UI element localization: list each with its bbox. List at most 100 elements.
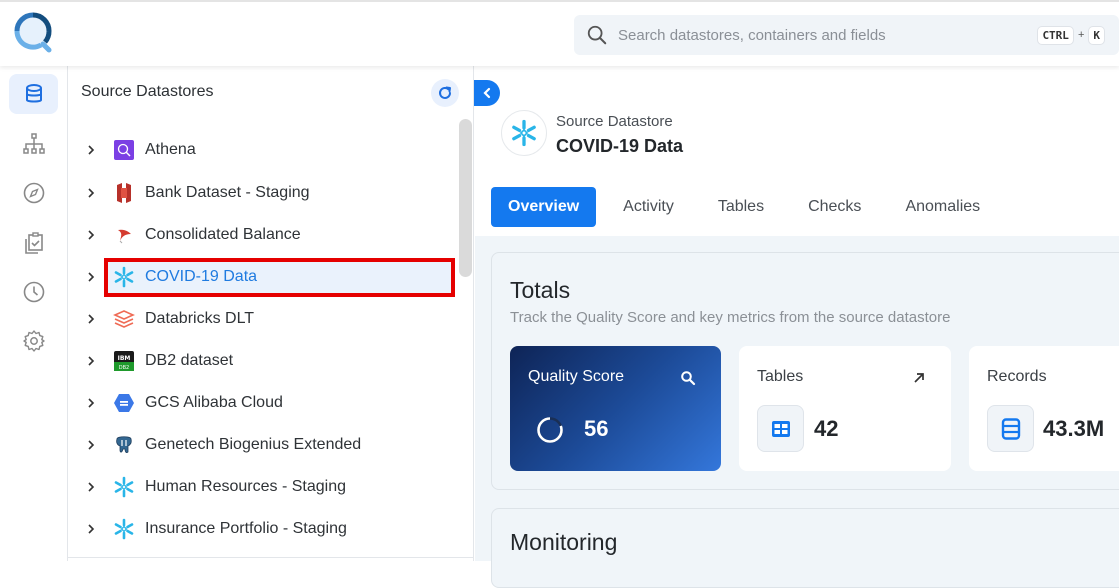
svg-text:DB2: DB2 bbox=[119, 365, 129, 371]
tree-item-databricks-dlt[interactable]: Databricks DLT bbox=[68, 303, 458, 335]
tree-item-genetech-biogenius[interactable]: Genetech Biogenius Extended bbox=[68, 429, 458, 461]
rail-item-discover[interactable] bbox=[9, 173, 58, 213]
tree-item-label: Consolidated Balance bbox=[145, 226, 301, 243]
snowflake-icon bbox=[113, 518, 135, 540]
tables-card[interactable]: Tables 42 bbox=[739, 346, 951, 471]
snowflake-icon bbox=[113, 266, 135, 288]
records-list-icon bbox=[1001, 417, 1020, 440]
s3-icon bbox=[113, 182, 135, 204]
tree-item-bank-dataset[interactable]: Bank Dataset - Staging bbox=[68, 177, 458, 209]
tree-item-label: COVID-19 Data bbox=[145, 268, 258, 285]
chevron-right-icon[interactable] bbox=[86, 144, 96, 156]
tab-anomalies[interactable]: Anomalies bbox=[888, 187, 997, 227]
nav-rail bbox=[0, 66, 68, 561]
arrow-up-right-icon[interactable] bbox=[911, 370, 927, 386]
datastore-avatar bbox=[501, 110, 547, 156]
datastores-panel: Source Datastores Athena Bank Dataset - … bbox=[68, 66, 474, 561]
gear-icon bbox=[22, 330, 45, 352]
chevron-right-icon[interactable] bbox=[86, 271, 96, 283]
chevron-right-icon[interactable] bbox=[86, 187, 96, 199]
rail-item-datastores[interactable] bbox=[9, 74, 58, 114]
svg-text:IBM: IBM bbox=[118, 355, 131, 362]
chevron-right-icon[interactable] bbox=[86, 439, 96, 451]
panel-scrollbar[interactable] bbox=[459, 119, 472, 277]
rail-item-settings[interactable] bbox=[9, 321, 58, 361]
search-icon[interactable] bbox=[680, 370, 696, 386]
tree-item-label: GCS Alibaba Cloud bbox=[145, 394, 283, 411]
hierarchy-icon bbox=[22, 133, 45, 154]
top-bar: CTRL + K bbox=[0, 0, 1119, 66]
totals-section: Totals Track the Quality Score and key m… bbox=[491, 252, 1119, 490]
shortcut-plus: + bbox=[1077, 29, 1085, 41]
chevron-right-icon[interactable] bbox=[86, 481, 96, 493]
datastore-type-label: Source Datastore bbox=[556, 113, 673, 130]
panel-title: Source Datastores bbox=[81, 83, 214, 100]
tab-checks[interactable]: Checks bbox=[791, 187, 878, 227]
rail-item-history[interactable] bbox=[9, 272, 58, 312]
tree-item-gcs-alibaba-cloud[interactable]: GCS Alibaba Cloud bbox=[68, 387, 458, 419]
tree-item-covid-19-data[interactable]: COVID-19 Data bbox=[68, 258, 458, 297]
database-icon bbox=[25, 84, 42, 103]
snowflake-icon bbox=[113, 476, 135, 498]
tree-item-label: DB2 dataset bbox=[145, 352, 234, 369]
tree-item-insurance-portfolio[interactable]: Insurance Portfolio - Staging bbox=[68, 513, 458, 545]
chevron-right-icon[interactable] bbox=[86, 313, 96, 325]
snowflake-icon bbox=[512, 119, 536, 147]
databricks-icon bbox=[113, 308, 135, 330]
search-icon bbox=[587, 25, 607, 45]
collapse-panel-button[interactable] bbox=[474, 80, 500, 106]
quality-score-value: 56 bbox=[584, 416, 609, 441]
tables-label: Tables bbox=[757, 368, 804, 385]
refresh-button[interactable] bbox=[431, 79, 459, 107]
records-label: Records bbox=[987, 368, 1047, 385]
tables-metric-icon bbox=[757, 405, 804, 452]
athena-icon bbox=[113, 139, 135, 161]
tree-item-label: Bank Dataset - Staging bbox=[145, 184, 310, 201]
tree-item-athena[interactable]: Athena bbox=[68, 134, 458, 166]
clipboard-check-icon bbox=[24, 232, 43, 254]
tree-item-db2-dataset[interactable]: IBM DB2 DB2 dataset bbox=[68, 345, 458, 377]
chevron-right-icon[interactable] bbox=[86, 355, 96, 367]
tables-value: 42 bbox=[814, 416, 839, 441]
app-logo[interactable] bbox=[13, 11, 55, 57]
db2-icon: IBM DB2 bbox=[113, 350, 135, 372]
tab-tables[interactable]: Tables bbox=[701, 187, 781, 227]
quality-score-card[interactable]: Quality Score 56 bbox=[510, 346, 721, 471]
quality-score-label: Quality Score bbox=[528, 368, 625, 385]
tab-overview[interactable]: Overview bbox=[491, 187, 597, 227]
records-value: 43.3M bbox=[1043, 416, 1105, 441]
tree-item-consolidated-balance[interactable]: Consolidated Balance bbox=[68, 219, 458, 251]
monitoring-section: Monitoring bbox=[491, 508, 1119, 588]
global-search[interactable]: CTRL + K bbox=[574, 15, 1119, 55]
keyboard-shortcut: CTRL + K bbox=[1037, 25, 1105, 45]
rail-item-checks[interactable] bbox=[9, 223, 58, 263]
records-metric-icon bbox=[987, 405, 1034, 452]
quality-score-ring bbox=[537, 417, 563, 443]
tab-activity[interactable]: Activity bbox=[606, 187, 691, 227]
main-content: Source Datastore COVID-19 Data Overview … bbox=[475, 66, 1119, 588]
compass-icon bbox=[23, 182, 44, 204]
totals-subtitle: Track the Quality Score and key metrics … bbox=[510, 309, 951, 326]
datastore-name: COVID-19 Data bbox=[556, 136, 684, 156]
chevron-right-icon[interactable] bbox=[86, 229, 96, 241]
tab-bar: Overview Activity Tables Checks Anomalie… bbox=[491, 187, 1007, 227]
tree-item-label: Genetech Biogenius Extended bbox=[145, 436, 362, 453]
postgresql-icon bbox=[113, 434, 135, 456]
sqlserver-icon bbox=[113, 224, 135, 246]
tree-item-label: Human Resources - Staging bbox=[145, 478, 346, 495]
logo-icon bbox=[14, 12, 52, 53]
rail-item-explore[interactable] bbox=[9, 124, 58, 164]
table-grid-icon bbox=[771, 420, 790, 437]
tree-item-label: Athena bbox=[145, 141, 196, 158]
panel-divider bbox=[68, 557, 474, 558]
chevron-right-icon[interactable] bbox=[86, 523, 96, 535]
tree-item-human-resources[interactable]: Human Resources - Staging bbox=[68, 471, 458, 503]
chevron-right-icon[interactable] bbox=[86, 397, 96, 409]
records-card[interactable]: Records 43.3M bbox=[969, 346, 1119, 471]
tree-item-label: Databricks DLT bbox=[145, 310, 255, 327]
search-input[interactable] bbox=[618, 26, 1038, 44]
refresh-icon bbox=[439, 86, 451, 99]
gcs-icon bbox=[113, 392, 135, 414]
shortcut-key-ctrl: CTRL bbox=[1037, 25, 1074, 45]
shortcut-key-k: K bbox=[1088, 25, 1105, 45]
